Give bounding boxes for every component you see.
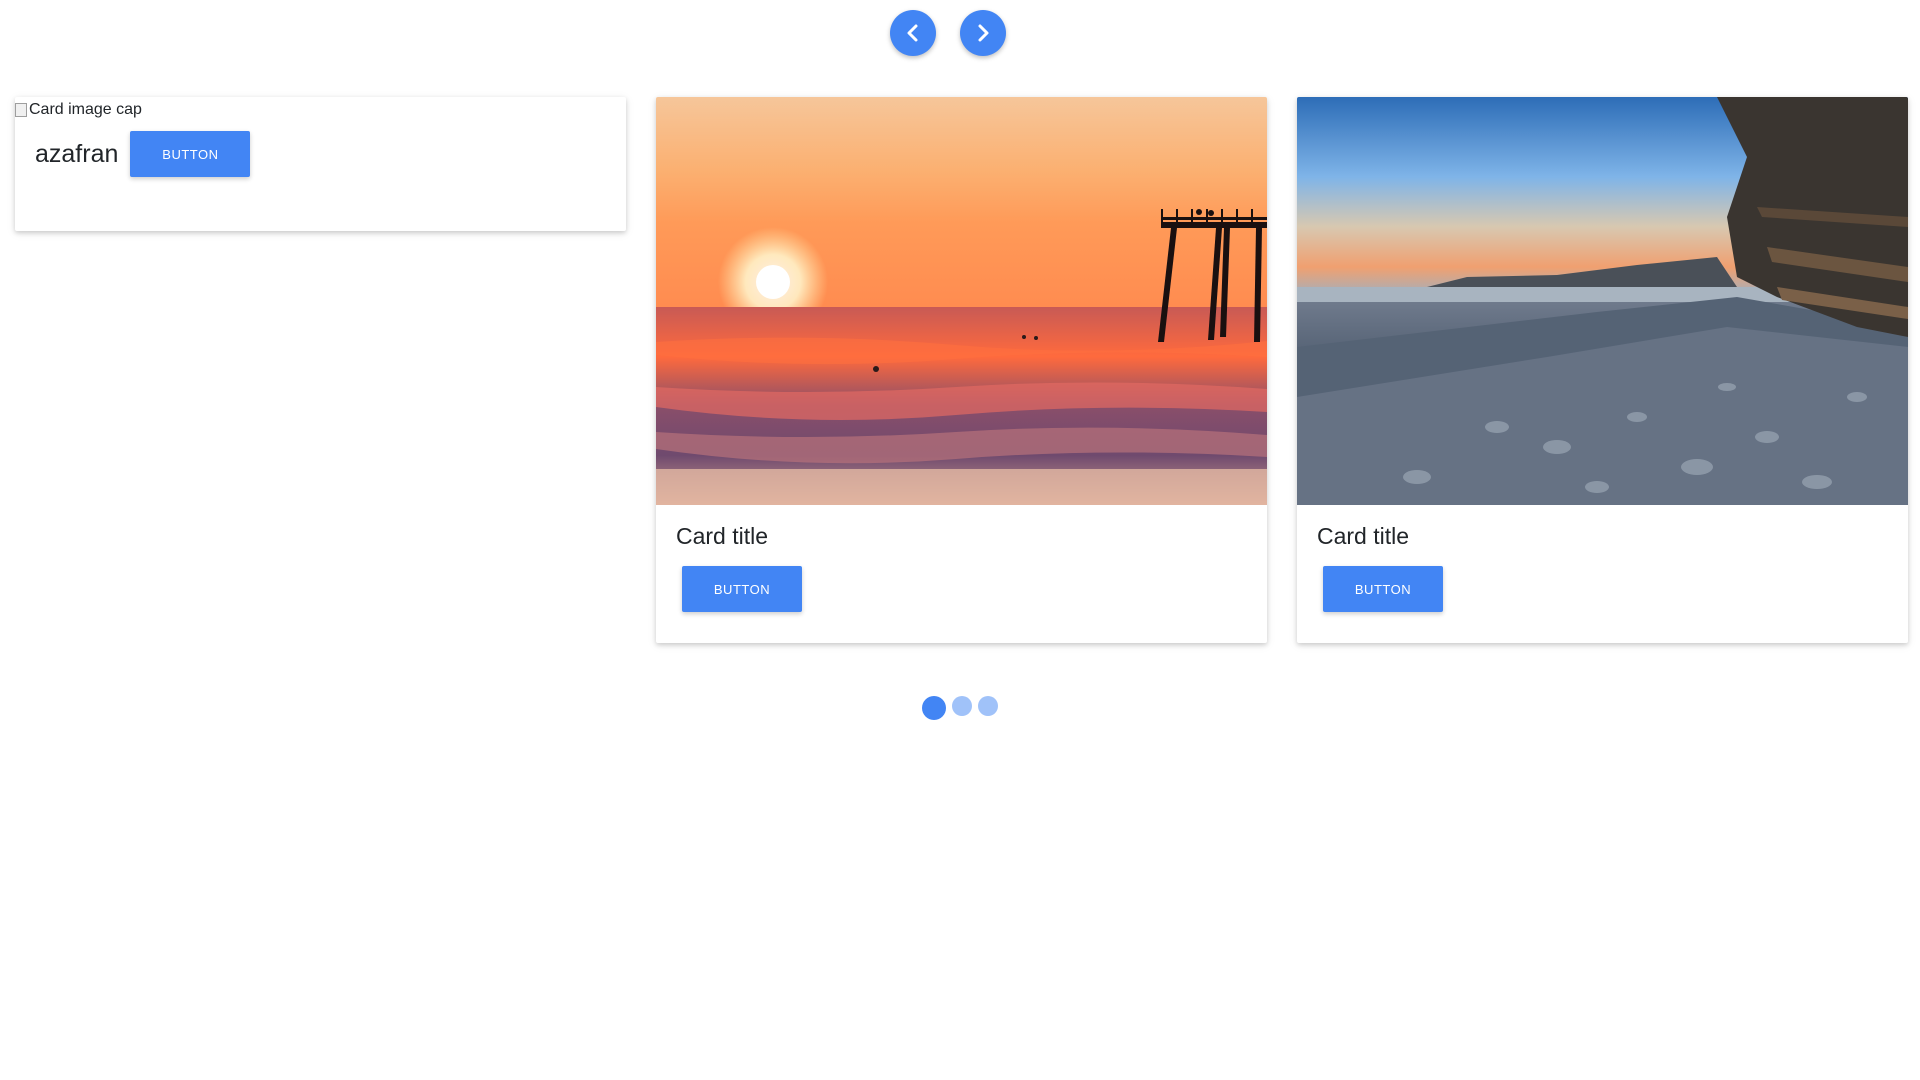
card-image-alt-text: Card image cap — [29, 101, 142, 118]
card-title: Card title — [676, 523, 769, 549]
carousel-indicator-1[interactable] — [922, 696, 946, 720]
card-image-rocky-beach — [1297, 97, 1908, 505]
card-image-broken: Card image cap — [15, 97, 626, 123]
card-sunset: Card title Button — [656, 97, 1267, 643]
card-button[interactable]: Button — [1323, 566, 1443, 612]
card-body: azafran Button — [15, 123, 626, 185]
card-azafran: Card image cap azafran Button — [15, 97, 626, 231]
carousel-prev-button[interactable] — [890, 10, 936, 56]
card-title: azafran — [35, 139, 119, 168]
carousel-cards: Card image cap azafran Button — [15, 97, 1915, 645]
carousel-indicators — [0, 692, 1920, 720]
chevron-right-icon — [978, 24, 989, 42]
carousel-next-button[interactable] — [960, 10, 1006, 56]
chevron-left-icon — [907, 24, 918, 42]
broken-image-icon — [15, 103, 27, 117]
card-rocky-beach: Card title Button — [1297, 97, 1908, 643]
card-image-sunset — [656, 97, 1267, 505]
card-button[interactable]: Button — [130, 131, 251, 177]
card-button[interactable]: Button — [682, 566, 802, 612]
carousel-indicator-3[interactable] — [978, 696, 998, 716]
card-body: Card title Button — [656, 505, 1267, 630]
card-title: Card title — [1317, 523, 1410, 549]
carousel-indicator-2[interactable] — [952, 696, 972, 716]
carousel-controls — [0, 10, 1920, 56]
card-body: Card title Button — [1297, 505, 1908, 630]
